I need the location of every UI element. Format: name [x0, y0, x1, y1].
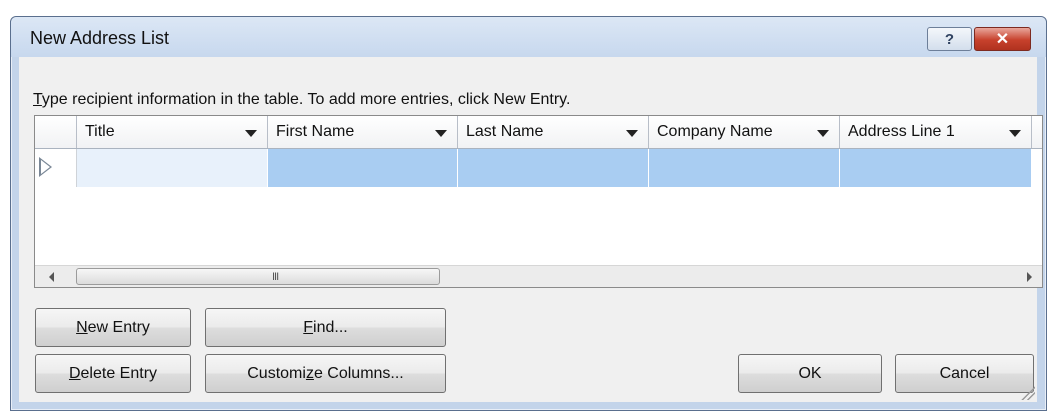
close-button[interactable]: ✕: [974, 27, 1031, 51]
customize-columns-label-end: e Columns...: [313, 364, 404, 382]
new-entry-label: ew Entry: [87, 318, 150, 336]
instruction-mnemonic: T: [33, 91, 42, 108]
title-bar[interactable]: New Address List ? ✕: [11, 17, 1046, 57]
scroll-left-icon[interactable]: [49, 272, 54, 282]
dropdown-arrow-icon[interactable]: [817, 130, 829, 137]
dropdown-arrow-icon[interactable]: [1009, 130, 1021, 137]
scroll-right-icon[interactable]: [1027, 272, 1032, 282]
table-header: Title First Name Last Name Company Name …: [35, 116, 1042, 149]
column-header-first-name[interactable]: First Name: [268, 116, 458, 148]
customize-columns-button[interactable]: Customi z e Columns...: [205, 354, 446, 393]
dropdown-arrow-icon[interactable]: [626, 130, 638, 137]
cancel-button[interactable]: Cancel: [895, 354, 1034, 393]
resize-grip-icon[interactable]: [1021, 386, 1035, 400]
help-icon: ?: [944, 30, 955, 48]
row-selector[interactable]: [35, 149, 77, 187]
delete-entry-button[interactable]: Delete Entry: [35, 354, 191, 393]
instruction-label: Type recipient information in the table.…: [33, 91, 570, 109]
ok-button[interactable]: OK: [738, 354, 882, 393]
cell-last-name[interactable]: [458, 149, 649, 187]
cell-company-name[interactable]: [649, 149, 840, 187]
customize-columns-label-start: Customi: [247, 364, 306, 382]
cell-title[interactable]: [77, 149, 268, 187]
new-entry-mnemonic: N: [76, 318, 88, 336]
cell-first-name[interactable]: [268, 149, 458, 187]
help-button[interactable]: ?: [927, 27, 972, 51]
dropdown-arrow-icon[interactable]: [245, 130, 257, 137]
table-row[interactable]: [35, 149, 1042, 187]
new-entry-button[interactable]: New Entry: [35, 308, 191, 347]
current-row-arrow-icon-fill: [41, 160, 50, 174]
delete-entry-mnemonic: D: [68, 364, 81, 382]
find-button[interactable]: Find...: [205, 308, 446, 347]
column-header-last-name[interactable]: Last Name: [458, 116, 649, 148]
column-header-label: Last Name: [466, 123, 544, 140]
column-header-company-name[interactable]: Company Name: [649, 116, 840, 148]
dropdown-arrow-icon[interactable]: [435, 130, 447, 137]
grip-icon: III: [272, 271, 279, 283]
customize-columns-mnemonic: z: [305, 364, 314, 382]
column-header-address-line-1[interactable]: Address Line 1: [840, 116, 1032, 148]
instruction-text: ype recipient information in the table. …: [41, 91, 571, 108]
column-header-title[interactable]: Title: [77, 116, 268, 148]
scrollbar-thumb[interactable]: III: [76, 268, 440, 285]
window-title: New Address List: [30, 28, 170, 48]
column-header-label: Address Line 1: [848, 123, 955, 140]
address-list-table[interactable]: Title First Name Last Name Company Name …: [34, 115, 1043, 288]
dialog-body: Type recipient information in the table.…: [19, 57, 1043, 402]
find-mnemonic: F: [303, 318, 314, 336]
find-label: ind...: [313, 318, 348, 336]
horizontal-scrollbar[interactable]: III: [35, 265, 1042, 287]
column-header-label: First Name: [276, 123, 355, 140]
delete-entry-label: elete Entry: [80, 364, 158, 382]
row-header-corner: [35, 116, 77, 148]
cell-address-line-1[interactable]: [840, 149, 1032, 187]
new-address-list-dialog: New Address List ? ✕ Type recipient info…: [10, 16, 1047, 411]
column-header-label: Company Name: [657, 123, 773, 140]
column-header-label: Title: [85, 123, 115, 140]
close-icon: ✕: [995, 31, 1010, 48]
